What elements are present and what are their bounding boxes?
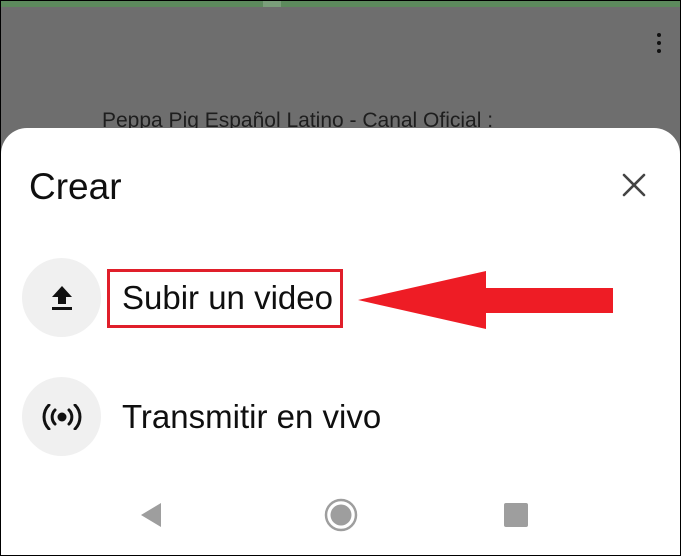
live-icon-container [22, 377, 101, 456]
back-triangle-icon[interactable] [132, 495, 172, 535]
upload-icon [51, 285, 72, 310]
red-arrow-annotation [358, 271, 613, 329]
upload-icon-container [22, 258, 101, 337]
recents-square-icon[interactable] [496, 495, 536, 535]
live-stream-item[interactable]: Transmitir en vivo [22, 377, 662, 457]
top-strip-handle [263, 1, 281, 7]
app-screen: Peppa Pig Español Latino - Canal Oficial… [0, 0, 681, 556]
home-circle-icon[interactable] [321, 495, 361, 535]
top-strip [1, 1, 680, 7]
sheet-title: Crear [29, 166, 122, 207]
more-vert-icon[interactable] [651, 31, 667, 55]
live-stream-label: Transmitir en vivo [122, 398, 382, 435]
live-broadcast-icon [42, 403, 81, 430]
upload-video-label: Subir un video [122, 279, 333, 316]
system-nav-bar [1, 475, 680, 555]
close-icon[interactable] [617, 168, 651, 202]
